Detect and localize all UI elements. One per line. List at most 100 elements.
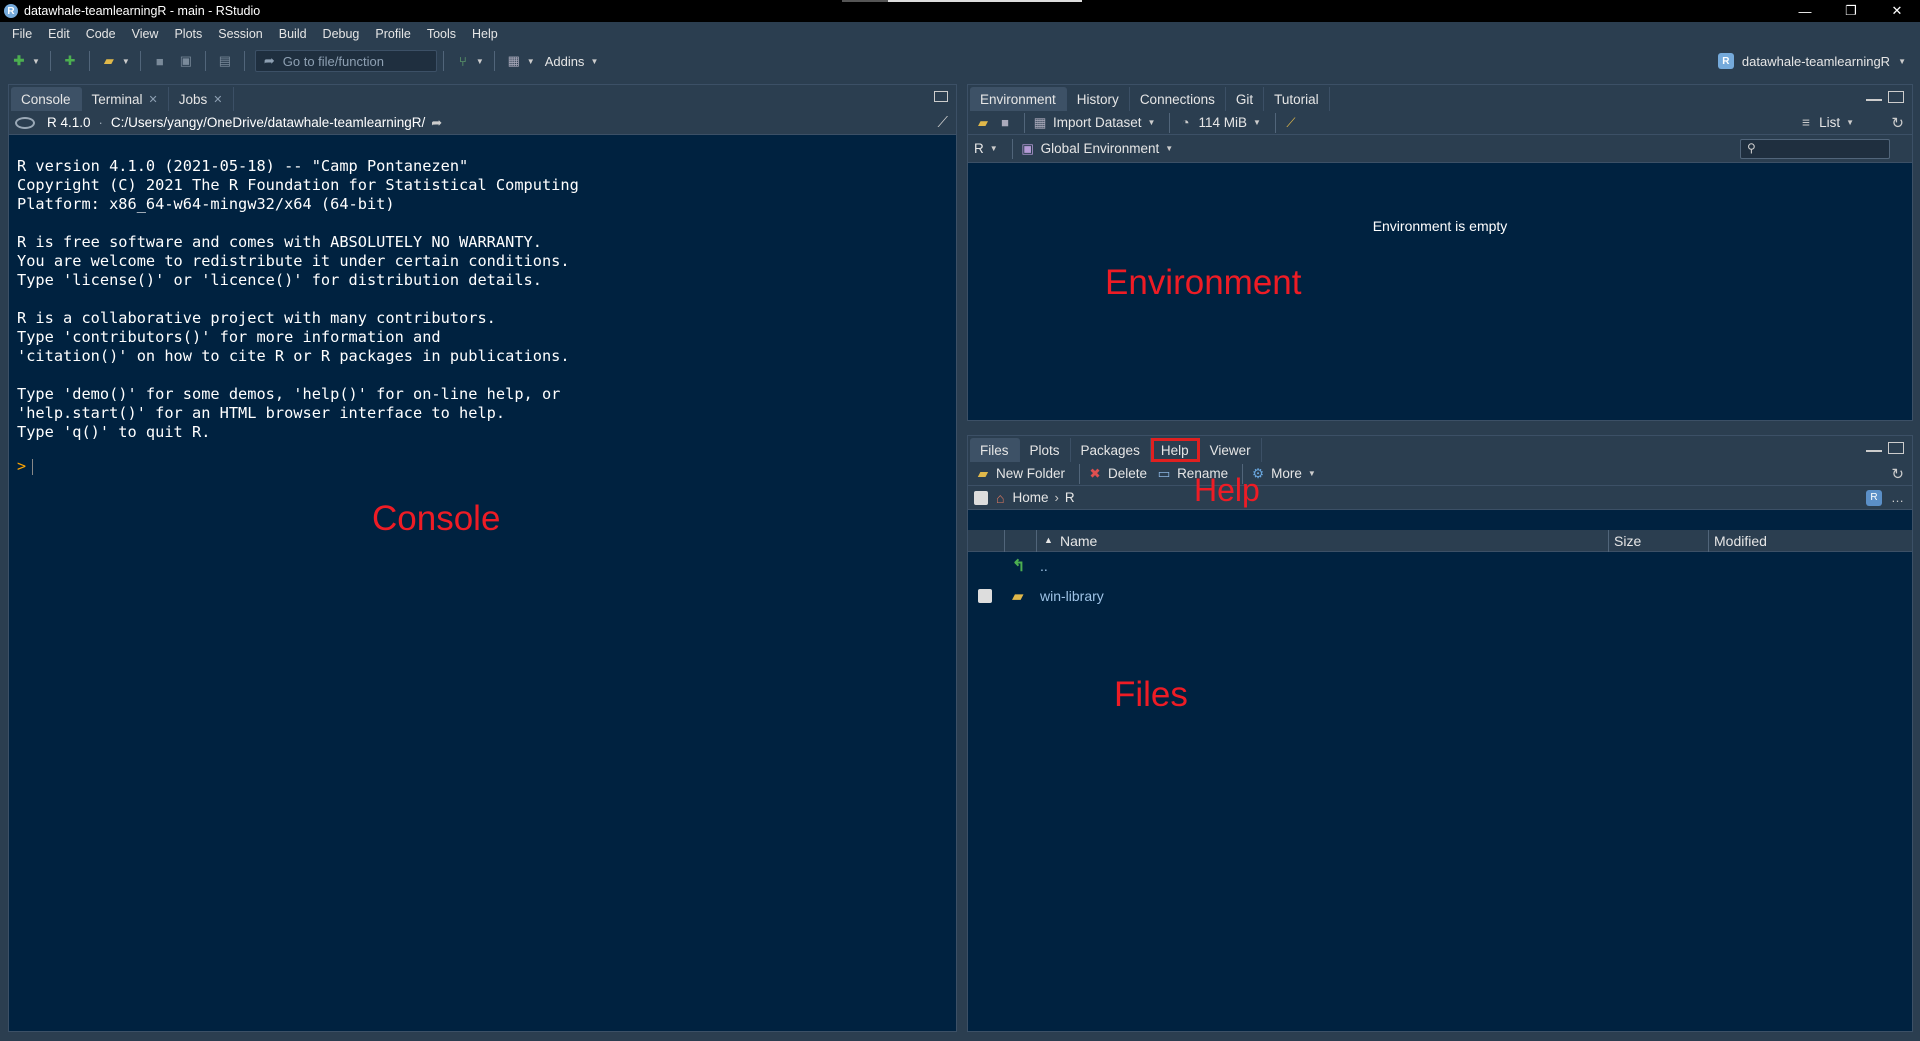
project-name: datawhale-teamlearningR [1741,53,1891,69]
console-line: Type 'demo()' for some demos, 'help()' f… [17,385,561,403]
menu-edit[interactable]: Edit [40,27,78,41]
close-tab-icon[interactable]: ✕ [213,93,222,106]
select-all-checkbox[interactable] [974,490,988,505]
close-tab-icon[interactable]: ✕ [149,93,158,106]
environment-scope-select[interactable]: ▣ Global Environment ▼ [1019,141,1173,157]
project-home-icon[interactable]: R [1866,489,1882,506]
load-workspace-icon[interactable]: ▰ [974,115,992,131]
list-item[interactable]: ↰ .. [968,555,1912,577]
minimize-pane-icon[interactable] [1866,99,1882,103]
refresh-environment-icon[interactable]: ↻ [1891,114,1904,132]
column-name[interactable]: Name [1060,533,1097,549]
file-name[interactable]: .. [1040,558,1048,574]
tab-history[interactable]: History [1067,87,1130,111]
new-folder-button[interactable]: ▰ New Folder [974,466,1065,482]
menu-tools[interactable]: Tools [419,27,464,41]
menu-help[interactable]: Help [464,27,506,41]
addins-menu[interactable]: Addins [545,54,585,69]
menu-build[interactable]: Build [271,27,315,41]
menu-profile[interactable]: Profile [367,27,418,41]
menu-session[interactable]: Session [210,27,270,41]
memory-pie-icon: ◔ [1181,115,1190,130]
menu-debug[interactable]: Debug [315,27,368,41]
r-logo-icon [15,116,35,129]
tab-git[interactable]: Git [1226,87,1265,111]
list-item[interactable]: ▰ win-library [968,585,1912,607]
addins-caret-icon[interactable]: ▼ [590,57,598,66]
project-menu[interactable]: R datawhale-teamlearningR ▼ [1717,45,1910,77]
files-toolbar: ▰ New Folder ✖ Delete ▭ Rename ⚙ More ▼ ↻ [968,462,1912,486]
breadcrumb-current[interactable]: R [1065,490,1075,505]
column-size[interactable]: Size [1614,533,1641,549]
console-output[interactable]: R version 4.1.0 (2021-05-18) -- "Camp Po… [17,157,579,442]
tab-connections[interactable]: Connections [1130,87,1226,111]
minimize-pane-icon[interactable] [1866,450,1882,454]
tab-console[interactable]: Console [11,87,82,111]
tab-environment-label: Environment [980,91,1056,107]
import-dataset-button[interactable]: ▦ Import Dataset ▼ [1031,115,1156,131]
environment-scope-bar: R ▼ ▣ Global Environment ▼ ⚲ [968,135,1912,163]
go-to-file-input[interactable]: ➦ Go to file/function [254,50,437,72]
memory-label: 114 MiB [1198,115,1247,130]
print-icon[interactable]: ▤ [215,52,235,70]
open-file-icon[interactable]: ▰ [99,52,119,70]
broom-icon[interactable]: ⟋ [1282,115,1300,131]
console-prompt[interactable]: > [17,457,34,475]
tab-help[interactable]: Help [1150,438,1200,462]
title-highlight [888,0,1082,2]
new-file-icon[interactable]: ✚ [9,52,29,70]
rstudio-logo-icon: R [4,4,18,18]
menu-bar: File Edit Code View Plots Session Build … [0,22,1920,45]
environment-search-input[interactable]: ⚲ [1740,139,1890,159]
version-control-icon[interactable]: ⑂ [453,52,473,70]
menu-plots[interactable]: Plots [166,27,210,41]
column-modified[interactable]: Modified [1714,533,1767,549]
restore-button[interactable]: ❐ [1828,0,1874,22]
tab-viewer[interactable]: Viewer [1200,438,1262,462]
tab-environment[interactable]: Environment [970,87,1067,111]
search-icon: ⚲ [1747,141,1756,155]
console-line: Platform: x86_64-w64-mingw32/x64 (64-bit… [17,195,395,213]
open-file-caret-icon[interactable]: ▼ [122,57,130,66]
rename-icon: ▭ [1157,465,1171,481]
maximize-pane-icon[interactable] [1888,442,1904,454]
go-to-placeholder: Go to file/function [282,53,384,69]
clear-console-icon[interactable]: ⟋ [937,114,948,131]
more-options-icon[interactable]: … [1891,490,1904,505]
minimize-button[interactable]: — [1782,0,1828,22]
maximize-pane-icon[interactable] [1888,91,1904,103]
new-file-caret-icon[interactable]: ▼ [32,57,40,66]
save-all-icon[interactable]: ▣ [176,52,196,70]
home-icon[interactable]: ⌂ [996,490,1004,506]
version-control-caret-icon[interactable]: ▼ [476,57,484,66]
row-checkbox[interactable] [978,589,992,603]
tab-tutorial[interactable]: Tutorial [1264,87,1330,111]
file-name[interactable]: win-library [1040,588,1104,604]
save-icon[interactable]: ■ [150,52,170,70]
delete-button[interactable]: ✖ Delete [1086,466,1147,482]
language-select[interactable]: R ▼ [974,141,998,156]
save-workspace-icon[interactable]: ■ [996,115,1014,131]
memory-usage-button[interactable]: ◔ 114 MiB ▼ [1176,115,1261,131]
menu-file[interactable]: File [4,27,40,41]
environment-pane: Environment History Connections Git Tuto… [967,84,1913,421]
tab-terminal[interactable]: Terminal ✕ [82,87,169,111]
console-line: You are welcome to redistribute it under… [17,252,570,270]
restore-pane-icon[interactable] [934,91,948,102]
tab-packages[interactable]: Packages [1071,438,1151,462]
breadcrumb-home[interactable]: Home [1012,490,1048,505]
menu-code[interactable]: Code [78,27,124,41]
tab-files[interactable]: Files [970,438,1020,462]
tab-plots[interactable]: Plots [1020,438,1071,462]
refresh-files-icon[interactable]: ↻ [1891,465,1904,483]
list-view-button[interactable]: ≡ List ▼ [1797,115,1854,131]
scope-label: Global Environment [1040,141,1160,156]
tab-jobs[interactable]: Jobs ✕ [169,87,234,111]
workspace-panes-caret-icon[interactable]: ▼ [527,57,535,66]
close-button[interactable]: ✕ [1874,0,1920,22]
new-project-icon[interactable]: ✚ [60,52,80,70]
go-to-directory-icon[interactable]: ➦ [431,115,442,131]
workspace-panes-icon[interactable]: ▦ [504,52,524,70]
go-to-arrow-icon: ➦ [263,53,275,68]
menu-view[interactable]: View [124,27,167,41]
